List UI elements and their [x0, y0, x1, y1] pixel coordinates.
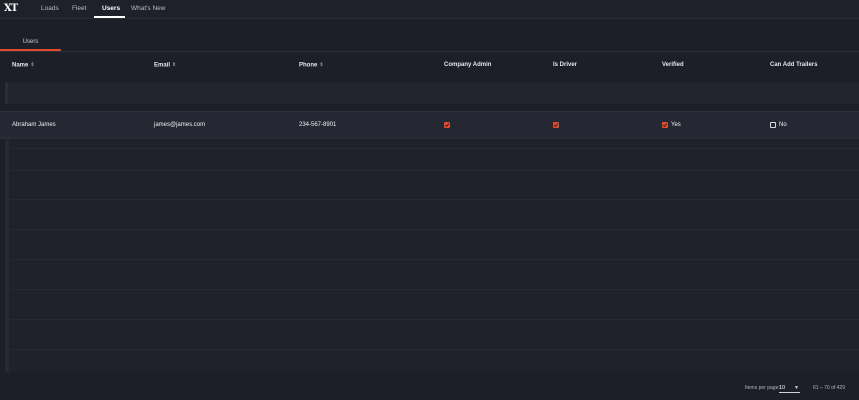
- column-header-can-add-trailers: Can Add Trailers: [770, 62, 818, 68]
- column-header-verified: Verified: [662, 62, 684, 68]
- row-divider: [5, 199, 859, 200]
- cell-email: james@james.com: [154, 122, 206, 128]
- verified-label: Yes: [671, 122, 681, 128]
- table-row-placeholder: [5, 82, 859, 104]
- sort-icon[interactable]: ⇕: [319, 62, 323, 68]
- column-header-label: Phone: [299, 62, 318, 69]
- table-left-edge: [5, 140, 9, 372]
- row-divider: [5, 349, 859, 350]
- column-header-company-admin: Company Admin: [444, 62, 492, 68]
- paginator: Items per page: 10 ▼ 61 – 70 of 429: [0, 380, 859, 400]
- chevron-down-icon: ▼: [794, 385, 799, 391]
- active-tab-indicator: [94, 16, 125, 18]
- can-add-trailers-label: No: [779, 122, 787, 128]
- row-divider: [5, 319, 859, 320]
- row-divider: [5, 289, 859, 290]
- subtab-users[interactable]: Users: [0, 34, 61, 50]
- column-header-phone[interactable]: Phone ⇕: [299, 62, 324, 69]
- column-header-name[interactable]: Name ⇕: [12, 62, 35, 69]
- column-header-email[interactable]: Email ⇕: [154, 62, 176, 69]
- table-header: Name ⇕ Email ⇕ Phone ⇕ Company Admin Is Dri…: [0, 58, 859, 74]
- page-size-value: 10: [779, 385, 786, 391]
- checkmark-icon: [444, 123, 450, 128]
- column-header-label: Email: [154, 62, 171, 69]
- row-divider: [5, 170, 859, 171]
- cell-name: Abraham James: [12, 122, 56, 128]
- page-range-label: 61 – 70 of 429: [813, 385, 845, 391]
- cell-phone: 234-567-8901: [299, 122, 337, 128]
- nav-tab-fleet[interactable]: Fleet: [72, 0, 86, 17]
- subtab-active-indicator: [0, 49, 61, 51]
- row-divider: [5, 148, 859, 149]
- checkmark-icon: [553, 123, 559, 128]
- sort-icon[interactable]: ⇕: [30, 62, 34, 68]
- sort-icon[interactable]: ⇕: [172, 62, 176, 68]
- row-divider: [5, 229, 859, 230]
- top-nav-bar: XT Loads Fleet Users What's New: [0, 0, 859, 19]
- app-logo[interactable]: XT: [4, 3, 18, 15]
- checkmark-icon: [662, 123, 668, 128]
- nav-tab-users[interactable]: Users: [102, 0, 120, 17]
- table-row[interactable]: Abraham James james@james.com 234-567-89…: [0, 111, 859, 139]
- row-divider: [5, 259, 859, 260]
- nav-tab-loads[interactable]: Loads: [41, 0, 59, 17]
- verified-checkbox[interactable]: [662, 122, 668, 128]
- table-body-empty-area: [5, 140, 859, 372]
- items-per-page-label: Items per page:: [745, 385, 780, 391]
- company-admin-checkbox[interactable]: [444, 122, 450, 128]
- column-header-label: Name: [12, 62, 29, 69]
- is-driver-checkbox[interactable]: [553, 122, 559, 128]
- subtab-bar: Users: [0, 34, 859, 52]
- nav-tab-whats-new[interactable]: What's New: [131, 0, 165, 17]
- column-header-is-driver: Is Driver: [553, 62, 578, 68]
- can-add-trailers-checkbox[interactable]: [770, 122, 776, 128]
- page-size-select[interactable]: 10 ▼: [779, 382, 800, 393]
